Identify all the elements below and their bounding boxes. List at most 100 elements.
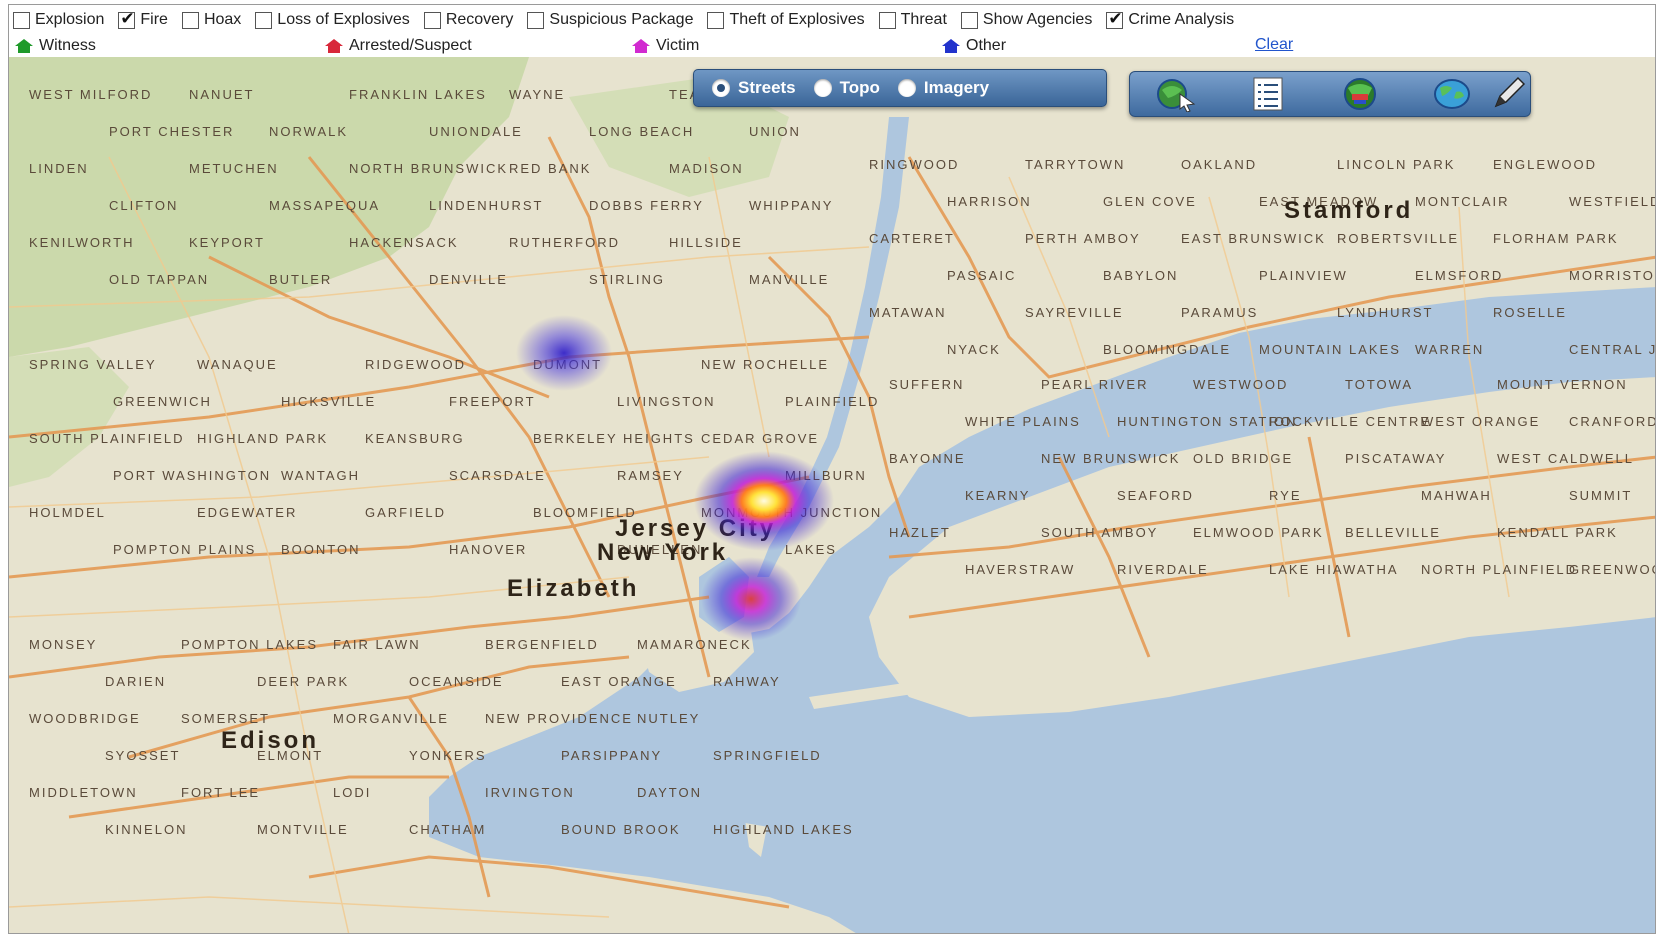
place-label: Berkeley Heights bbox=[533, 431, 695, 446]
place-label: Nyack bbox=[947, 342, 1001, 357]
house-icon-blue bbox=[942, 39, 960, 53]
place-label: Livingston bbox=[617, 394, 716, 409]
place-label: Mahwah bbox=[1421, 488, 1492, 503]
place-label: Edgewater bbox=[197, 505, 298, 520]
place-label: Chatham bbox=[409, 822, 487, 837]
clear-link[interactable]: Clear bbox=[1255, 36, 1293, 54]
place-label: Montclair bbox=[1415, 194, 1510, 209]
place-label: Fair Lawn bbox=[333, 637, 421, 652]
filter-label: Loss of Explosives bbox=[277, 11, 410, 28]
basemap-option-streets[interactable]: Streets bbox=[712, 78, 796, 98]
checkbox[interactable] bbox=[878, 11, 896, 29]
place-label: Garfield bbox=[365, 505, 447, 520]
list-icon[interactable] bbox=[1246, 76, 1290, 112]
place-label: Pompton Lakes bbox=[181, 637, 319, 652]
select-globe-icon[interactable] bbox=[1154, 76, 1198, 112]
place-label: Oakland bbox=[1181, 157, 1258, 172]
place-label: Elmsford bbox=[1415, 268, 1504, 283]
place-label: Deer Park bbox=[257, 674, 350, 689]
place-label: Greenwich bbox=[113, 394, 212, 409]
place-label: Ridgewood bbox=[365, 357, 467, 372]
radio-button[interactable] bbox=[813, 79, 832, 97]
checkbox[interactable] bbox=[960, 11, 978, 29]
filter-loss-of-explosives[interactable]: Loss of Explosives bbox=[251, 11, 410, 29]
place-label: Hazlet bbox=[889, 525, 951, 540]
place-label: Pearl River bbox=[1041, 377, 1149, 392]
place-label: Highland Lakes bbox=[713, 822, 854, 837]
place-label: Nutley bbox=[637, 711, 701, 726]
place-label: Totowa bbox=[1345, 377, 1414, 392]
filter-explosion[interactable]: Explosion bbox=[9, 11, 104, 29]
map-canvas[interactable]: West Milford Ringwood Suffern Spring Valley… bbox=[9, 57, 1655, 933]
place-label: Old Tappan bbox=[109, 272, 210, 287]
basemap-option-label: Topo bbox=[839, 78, 880, 97]
basemap-option-topo[interactable]: Topo bbox=[813, 78, 880, 98]
filter-show-agencies[interactable]: Show Agencies bbox=[957, 11, 1092, 29]
legend-label-victim: Victim bbox=[656, 37, 700, 54]
place-label: Matawan bbox=[869, 305, 947, 320]
place-label: Boonton bbox=[281, 542, 361, 557]
filter-hoax[interactable]: Hoax bbox=[178, 11, 241, 29]
place-label: Nanuet bbox=[189, 87, 255, 102]
filter-threat[interactable]: Threat bbox=[875, 11, 947, 29]
checkbox[interactable] bbox=[255, 11, 273, 29]
filter-label: Hoax bbox=[203, 11, 242, 28]
legend-label-arrested-suspect: Arrested/Suspect bbox=[349, 37, 472, 54]
place-label: Dobbs Ferry bbox=[589, 198, 704, 213]
place-label: Keyport bbox=[189, 235, 265, 250]
house-icon-magenta bbox=[632, 39, 650, 53]
checkbox[interactable] bbox=[118, 9, 136, 29]
place-label: Carteret bbox=[869, 231, 955, 246]
place-label: Lincoln Park bbox=[1337, 157, 1456, 172]
city-label: Edison bbox=[221, 727, 320, 754]
place-label: West Milford bbox=[29, 87, 153, 102]
place-label: Kearny bbox=[965, 488, 1031, 503]
filter-suspicious-package[interactable]: Suspicious Package bbox=[523, 11, 693, 29]
place-label: Uniondale bbox=[429, 124, 523, 139]
basemap-option-label: Imagery bbox=[923, 78, 990, 97]
layers-globe-icon[interactable] bbox=[1338, 76, 1382, 112]
house-icon-red bbox=[325, 39, 343, 53]
place-label: Central Jersey Regional Airport bbox=[1569, 342, 1655, 357]
checkbox[interactable] bbox=[527, 11, 545, 29]
pencil-icon[interactable] bbox=[1490, 76, 1526, 112]
checkbox[interactable] bbox=[181, 11, 199, 29]
place-label: Springfield bbox=[713, 748, 822, 763]
place-label: Port Washington bbox=[113, 468, 272, 483]
place-label: Lakes bbox=[785, 542, 837, 557]
place-label: North Brunswick bbox=[349, 161, 509, 176]
city-label: Elizabeth bbox=[507, 575, 640, 602]
radio-button[interactable] bbox=[712, 79, 730, 97]
basemap-option-imagery[interactable]: Imagery bbox=[897, 78, 990, 98]
place-label: Hackensack bbox=[349, 235, 459, 250]
place-label: Morristown bbox=[1569, 268, 1655, 283]
place-label: Rockville Centre bbox=[1269, 414, 1432, 429]
place-label: Suffern bbox=[889, 377, 965, 392]
house-icon-green bbox=[15, 39, 33, 53]
filter-recovery[interactable]: Recovery bbox=[420, 11, 513, 29]
filter-crime-analysis[interactable]: Crime Analysis bbox=[1102, 9, 1234, 29]
place-label: Oceanside bbox=[409, 674, 504, 689]
place-label: Elmwood Park bbox=[1193, 525, 1324, 540]
place-label: Bergenfield bbox=[485, 637, 599, 652]
place-label: Piscataway bbox=[1345, 451, 1447, 466]
checkbox[interactable] bbox=[13, 11, 30, 29]
place-label: Perth Amboy bbox=[1025, 231, 1141, 246]
basemap-option-label: Streets bbox=[738, 78, 796, 97]
place-label: Fort Lee bbox=[181, 785, 261, 800]
place-label: Irvington bbox=[485, 785, 575, 800]
radio-button[interactable] bbox=[897, 79, 916, 97]
checkbox[interactable] bbox=[1106, 9, 1124, 29]
place-label: Englewood bbox=[1493, 157, 1597, 172]
place-label: White Plains bbox=[965, 414, 1081, 429]
legend-row: Witness Arrested/Suspect Victim Other Cl… bbox=[9, 36, 1655, 56]
filter-theft-of-explosives[interactable]: Theft of Explosives bbox=[703, 11, 865, 29]
place-label: Massapequa bbox=[269, 198, 381, 213]
checkbox[interactable] bbox=[707, 11, 725, 29]
world-globe-icon[interactable] bbox=[1430, 76, 1474, 112]
filter-fire[interactable]: Fire bbox=[114, 9, 168, 29]
checkbox[interactable] bbox=[423, 11, 441, 29]
place-label: Wayne bbox=[509, 87, 566, 102]
basemap bbox=[9, 57, 1655, 933]
place-label: Glen Cove bbox=[1103, 194, 1197, 209]
